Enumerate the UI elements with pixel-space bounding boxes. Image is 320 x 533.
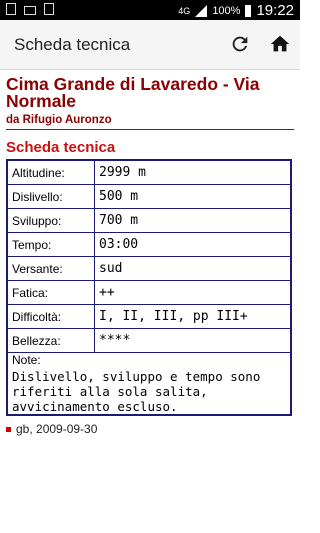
spec-label: Tempo: (6, 232, 95, 257)
table-row: Sviluppo: 700 m (6, 208, 292, 233)
spec-value: sud (94, 256, 292, 281)
table-row: Bellezza: **** (6, 328, 292, 353)
table-row: Tempo: 03:00 (6, 232, 292, 257)
spec-label: Sviluppo: (6, 208, 95, 233)
spec-label: Bellezza: (6, 328, 95, 353)
route-title: Cima Grande di Lavaredo - Via Normale (6, 74, 260, 111)
footer-text: gb, 2009-09-30 (16, 422, 98, 436)
home-icon[interactable] (268, 33, 292, 55)
note-row: Note: Dislivello, sviluppo e tempo sono … (6, 352, 292, 416)
app-bar: Scheda tecnica (0, 20, 300, 70)
clock: 19:22 (256, 2, 294, 19)
message-icon (24, 5, 36, 15)
spec-value: I, II, III, pp III+ (94, 304, 292, 329)
spec-label: Versante: (6, 256, 95, 281)
battery-icon (245, 4, 252, 17)
spec-label: Difficoltà: (6, 304, 95, 329)
footer: gb, 2009-09-30 (6, 422, 294, 436)
battery-percent: 100% (212, 4, 241, 17)
divider (6, 129, 294, 130)
table-row: Dislivello: 500 m (6, 184, 292, 209)
spec-label: Fatica: (6, 280, 95, 305)
spec-label: Dislivello: (6, 184, 95, 209)
status-bar: 4G 100% 19:22 (0, 0, 300, 20)
sd-card-icon (6, 3, 16, 15)
note-label: Note: (12, 353, 41, 367)
table-row: Fatica: ++ (6, 280, 292, 305)
bullet-icon (6, 426, 11, 432)
battery-saver-icon (44, 3, 54, 15)
notification-icons (6, 3, 54, 15)
table-row: Altitudine: 2999 m (6, 159, 292, 185)
content: Cima Grande di Lavaredo - Via Normale da… (6, 74, 294, 436)
app-bar-title: Scheda tecnica (14, 35, 131, 54)
refresh-icon[interactable] (229, 33, 251, 55)
spec-value: 500 m (94, 184, 292, 209)
table-row: Difficoltà: I, II, III, pp III+ (6, 304, 292, 329)
note-text: Dislivello, sviluppo e tempo sono riferi… (12, 369, 261, 414)
spec-value: ++ (94, 280, 292, 305)
route-subtitle: da Rifugio Auronzo (6, 114, 112, 126)
note-cell: Note: Dislivello, sviluppo e tempo sono … (6, 352, 292, 416)
spec-value: 03:00 (94, 232, 292, 257)
spec-table: Altitudine: 2999 m Dislivello: 500 m Svi… (6, 159, 292, 416)
network-type: 4G (178, 5, 191, 16)
spec-value: **** (94, 328, 292, 353)
section-title: Scheda tecnica (6, 139, 116, 156)
spec-label: Altitudine: (6, 159, 95, 185)
table-row: Versante: sud (6, 256, 292, 281)
spec-value: 2999 m (94, 159, 292, 185)
spec-value: 700 m (94, 208, 292, 233)
signal-icon (195, 4, 208, 17)
